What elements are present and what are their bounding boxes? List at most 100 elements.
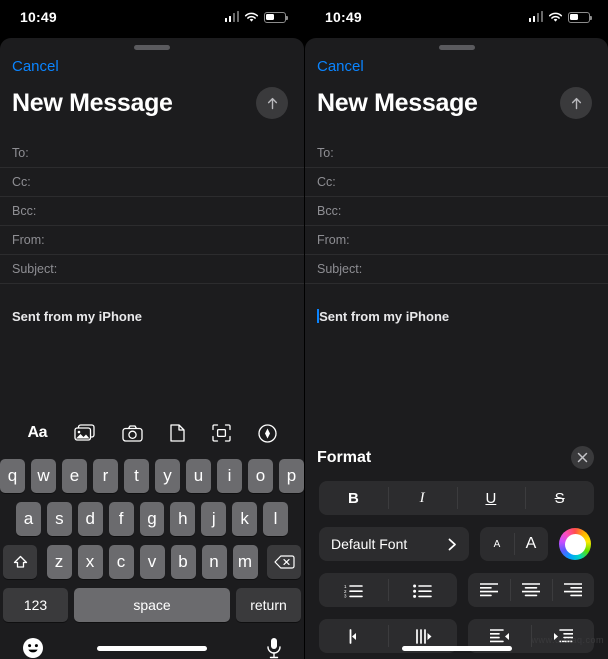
font-selector-button[interactable]: Default Font xyxy=(319,527,469,561)
key-b[interactable]: b xyxy=(170,545,196,579)
page-title: New Message xyxy=(12,88,173,117)
backspace-delete-icon[interactable] xyxy=(267,545,301,579)
key-c[interactable]: c xyxy=(108,545,134,579)
alignment-segmented-control xyxy=(468,573,594,607)
key-i[interactable]: i xyxy=(217,459,242,493)
bold-button[interactable]: B xyxy=(319,481,388,515)
key-e[interactable]: e xyxy=(62,459,87,493)
cellular-signal-icon xyxy=(528,11,543,22)
recipient-fields: To: Cc: Bcc: From: Subject: xyxy=(305,139,608,284)
battery-icon xyxy=(568,11,592,23)
text-style-segmented-control: B I U S xyxy=(319,481,594,515)
key-z[interactable]: z xyxy=(46,545,72,579)
decrease-font-size-button[interactable]: A xyxy=(480,527,514,561)
field-bcc[interactable]: Bcc: xyxy=(0,197,304,226)
field-to[interactable]: To: xyxy=(305,139,608,168)
key-v[interactable]: v xyxy=(139,545,165,579)
key-u[interactable]: u xyxy=(186,459,211,493)
key-o[interactable]: o xyxy=(248,459,273,493)
signature-text: Sent from my iPhone xyxy=(319,309,450,324)
svg-text:3: 3 xyxy=(344,593,347,597)
align-center-button[interactable] xyxy=(510,573,552,607)
shift-up-arrow-icon[interactable] xyxy=(3,545,37,579)
markup-pen-icon[interactable] xyxy=(257,423,277,443)
strikethrough-button[interactable]: S xyxy=(525,481,594,515)
key-d[interactable]: d xyxy=(77,502,103,536)
align-right-button[interactable] xyxy=(552,573,594,607)
field-to[interactable]: To: xyxy=(0,139,304,168)
key-q[interactable]: q xyxy=(0,459,25,493)
phone-screen-right: 10:49 Cancel New Message To: Cc: Bcc: Fr… xyxy=(304,0,608,659)
sheet-grabber[interactable] xyxy=(134,45,170,50)
field-cc[interactable]: Cc: xyxy=(305,168,608,197)
status-indicators xyxy=(224,11,288,23)
page-title: New Message xyxy=(317,88,478,117)
compose-header: New Message xyxy=(305,76,608,119)
format-panel-header: Format xyxy=(305,434,608,469)
text-direction-ltr-button[interactable] xyxy=(319,619,388,653)
key-r[interactable]: r xyxy=(93,459,118,493)
send-button[interactable] xyxy=(256,87,288,119)
key-f[interactable]: f xyxy=(108,502,134,536)
key-h[interactable]: h xyxy=(170,502,196,536)
key-w[interactable]: w xyxy=(31,459,56,493)
dual-screenshot-container: 10:49 Cancel New Message To: Cc: Bcc: Fr… xyxy=(0,0,608,659)
photo-library-icon[interactable] xyxy=(74,424,95,442)
key-y[interactable]: y xyxy=(155,459,180,493)
text-style-row: B I U S xyxy=(305,481,608,515)
align-left-button[interactable] xyxy=(468,573,510,607)
return-key[interactable]: return xyxy=(236,588,301,622)
increase-font-size-button[interactable]: A xyxy=(514,527,548,561)
keyboard-row-1: q w e r t y u i o p xyxy=(0,452,304,493)
sheet-grabber[interactable] xyxy=(438,45,475,50)
key-n[interactable]: n xyxy=(201,545,227,579)
document-icon[interactable] xyxy=(170,424,185,442)
field-subject[interactable]: Subject: xyxy=(305,255,608,284)
field-bcc[interactable]: Bcc: xyxy=(305,197,608,226)
home-indicator xyxy=(97,646,207,651)
list-align-row: 123 xyxy=(305,573,608,607)
field-cc[interactable]: Cc: xyxy=(0,168,304,197)
key-p[interactable]: p xyxy=(279,459,304,493)
key-m[interactable]: m xyxy=(232,545,258,579)
field-subject[interactable]: Subject: xyxy=(0,255,304,284)
send-button[interactable] xyxy=(560,87,592,119)
key-j[interactable]: j xyxy=(201,502,227,536)
field-from[interactable]: From: xyxy=(305,226,608,255)
space-key[interactable]: space xyxy=(74,588,230,622)
key-a[interactable]: a xyxy=(16,502,41,536)
color-wheel-icon[interactable] xyxy=(559,528,591,560)
message-body[interactable]: Sent from my iPhone xyxy=(0,284,304,326)
cancel-button[interactable]: Cancel xyxy=(12,58,59,75)
numbered-list-button[interactable]: 123 xyxy=(319,573,388,607)
numbers-key[interactable]: 123 xyxy=(3,588,68,622)
cancel-button[interactable]: Cancel xyxy=(317,58,364,75)
italic-button[interactable]: I xyxy=(387,481,457,515)
status-time: 10:49 xyxy=(325,9,362,25)
keyboard-bottom-bar xyxy=(0,631,304,659)
wifi-icon xyxy=(244,12,259,23)
signature-text: Sent from my iPhone xyxy=(12,309,143,324)
bulleted-list-button[interactable] xyxy=(388,573,457,607)
microphone-icon[interactable] xyxy=(266,637,282,659)
close-x-icon[interactable] xyxy=(571,446,594,469)
attachment-toolbar: Aa xyxy=(0,416,304,450)
cellular-signal-icon xyxy=(224,11,239,22)
key-k[interactable]: k xyxy=(232,502,258,536)
send-arrow-up-icon xyxy=(571,97,581,109)
key-l[interactable]: l xyxy=(263,502,289,536)
camera-icon[interactable] xyxy=(122,424,143,442)
format-panel: Format B I U S Default Font A A 1 2 3 xyxy=(305,434,608,659)
key-s[interactable]: s xyxy=(46,502,72,536)
message-body[interactable]: Sent from my iPhone xyxy=(305,284,608,326)
underline-button[interactable]: U xyxy=(456,481,526,515)
field-from[interactable]: From: xyxy=(0,226,304,255)
home-indicator xyxy=(401,646,512,651)
key-g[interactable]: g xyxy=(139,502,165,536)
key-x[interactable]: x xyxy=(77,545,103,579)
emoji-smiley-icon[interactable] xyxy=(22,637,44,659)
compose-header: New Message xyxy=(0,76,304,119)
scan-document-icon[interactable] xyxy=(212,424,231,442)
key-t[interactable]: t xyxy=(124,459,149,493)
format-text-icon[interactable]: Aa xyxy=(27,424,47,442)
